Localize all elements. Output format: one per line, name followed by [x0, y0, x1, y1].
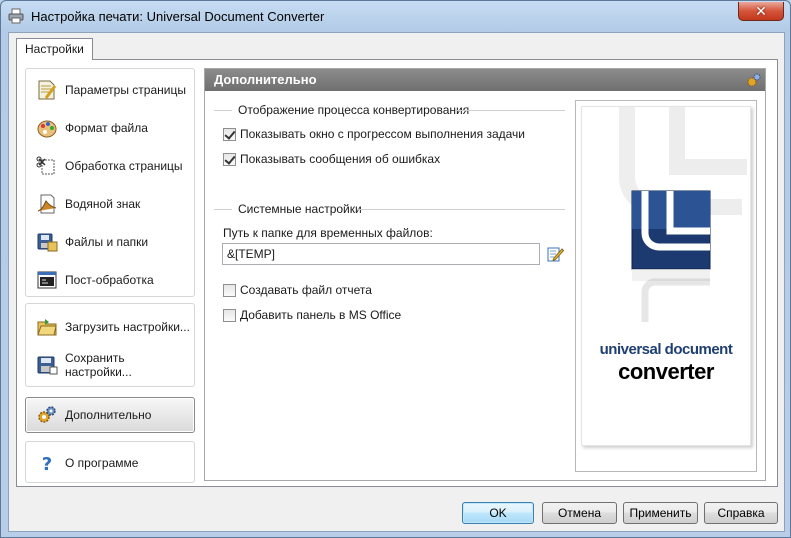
watermark-icon [37, 194, 57, 214]
sidebar-item-files-folders[interactable]: Файлы и папки [26, 225, 194, 259]
section-title-system-settings: Системные настройки [238, 202, 362, 216]
sidebar-item-page-processing[interactable]: Обработка страницы [26, 149, 194, 183]
save-floppy-icon [37, 356, 58, 375]
sidebar-item-label: Дополнительно [65, 408, 152, 422]
sidebar-item-about[interactable]: ? О программе [26, 446, 194, 480]
section-title-conversion-progress: Отображение процесса конвертирования [238, 103, 470, 117]
sidebar-item-label: Водяной знак [65, 197, 141, 211]
checkbox-label: Показывать окно с прогрессом выполнения … [240, 127, 525, 141]
sidebar-item-label: О программе [65, 456, 139, 470]
temp-folder-input[interactable] [222, 243, 540, 265]
crop-icon [36, 156, 55, 175]
sidebar-item-label: Параметры страницы [65, 83, 186, 97]
checkbox-label: Создавать файл отчета [240, 283, 372, 297]
sidebar-item-page-setup[interactable]: Параметры страницы [26, 73, 194, 107]
settings-panel: Параметры страницы Формат файла Обработк… [16, 59, 778, 487]
logo-panel: universal document converter [575, 100, 757, 472]
temp-folder-label: Путь к папке для временных файлов: [223, 226, 433, 240]
checkbox-box[interactable] [223, 308, 236, 322]
svg-text:?: ? [42, 454, 52, 474]
udc-logo-icon [619, 107, 747, 322]
printer-icon [8, 8, 24, 24]
show-progress-checkbox[interactable]: Показывать окно с прогрессом выполнения … [223, 127, 525, 141]
logo-text-line2: converter [618, 359, 714, 384]
dialog-window: Настройка печати: Universal Document Con… [0, 0, 791, 538]
console-icon [37, 271, 57, 289]
close-button[interactable]: ✕ [738, 2, 784, 21]
create-report-checkbox[interactable]: Создавать файл отчета [223, 283, 372, 297]
window-title: Настройка печати: Universal Document Con… [31, 9, 325, 24]
logo-card: universal document converter [581, 106, 751, 446]
sidebar-item-advanced[interactable]: Дополнительно [25, 397, 195, 433]
section-divider [214, 110, 232, 111]
dialog-client: Настройки Параметры страницы Формат файл… [8, 32, 785, 532]
checkbox-box[interactable] [223, 127, 236, 141]
nav-group-advanced: Дополнительно [25, 393, 195, 435]
sidebar-item-label: Файлы и папки [65, 235, 149, 249]
advanced-settings-pane: Дополнительно Отображение процесса конве… [204, 68, 766, 481]
nav-group-about: ? О программе [25, 441, 195, 483]
checkbox-box[interactable] [223, 283, 236, 297]
palette-icon [37, 120, 57, 138]
checkbox-box[interactable] [223, 152, 236, 166]
tab-settings[interactable]: Настройки [16, 38, 93, 60]
apply-button[interactable]: Применить [623, 502, 698, 524]
office-toolbar-checkbox[interactable]: Добавить панель в MS Office [223, 308, 401, 322]
sidebar-item-save-settings[interactable]: Сохранить настройки... [26, 348, 194, 382]
sidebar-item-load-settings[interactable]: Загрузить настройки... [26, 310, 194, 344]
sidebar-item-post-processing[interactable]: Пост-обработка [26, 263, 194, 297]
checkbox-label: Добавить панель в MS Office [240, 308, 402, 322]
edit-path-icon[interactable] [546, 245, 564, 263]
cancel-button[interactable]: Отмена [542, 502, 617, 524]
section-divider [455, 110, 565, 111]
help-button[interactable]: Справка [704, 502, 778, 524]
load-folder-icon [37, 319, 57, 336]
sidebar-item-watermark[interactable]: Водяной знак [26, 187, 194, 221]
nav-group-settings: Параметры страницы Формат файла Обработк… [25, 68, 195, 297]
section-divider [357, 209, 565, 210]
gears-icon [747, 73, 761, 87]
title-bar[interactable]: Настройка печати: Universal Document Con… [1, 1, 790, 31]
sidebar-item-file-format[interactable]: Формат файла [26, 111, 194, 145]
help-icon: ? [42, 454, 52, 474]
sidebar-item-label: Загрузить настройки... [65, 320, 190, 334]
sidebar-item-label: Обработка страницы [65, 159, 183, 173]
sidebar-item-label: Пост-обработка [65, 273, 154, 287]
sidebar-item-label: Формат файла [65, 121, 148, 135]
logo-text-line1: universal document [599, 341, 733, 358]
floppy-folder-icon [37, 233, 58, 252]
page-setup-icon [38, 80, 57, 100]
nav-group-profiles: Загрузить настройки... Сохранить настрой… [25, 303, 195, 387]
section-divider [214, 209, 232, 210]
checkbox-label: Показывать сообщения об ошибках [240, 152, 441, 166]
gears-icon [38, 406, 56, 423]
sidebar-item-label: Сохранить настройки... [65, 351, 132, 379]
ok-button[interactable]: OK [462, 502, 534, 524]
pane-title: Дополнительно [214, 72, 317, 87]
pane-header: Дополнительно [205, 69, 765, 91]
show-errors-checkbox[interactable]: Показывать сообщения об ошибках [223, 152, 440, 166]
